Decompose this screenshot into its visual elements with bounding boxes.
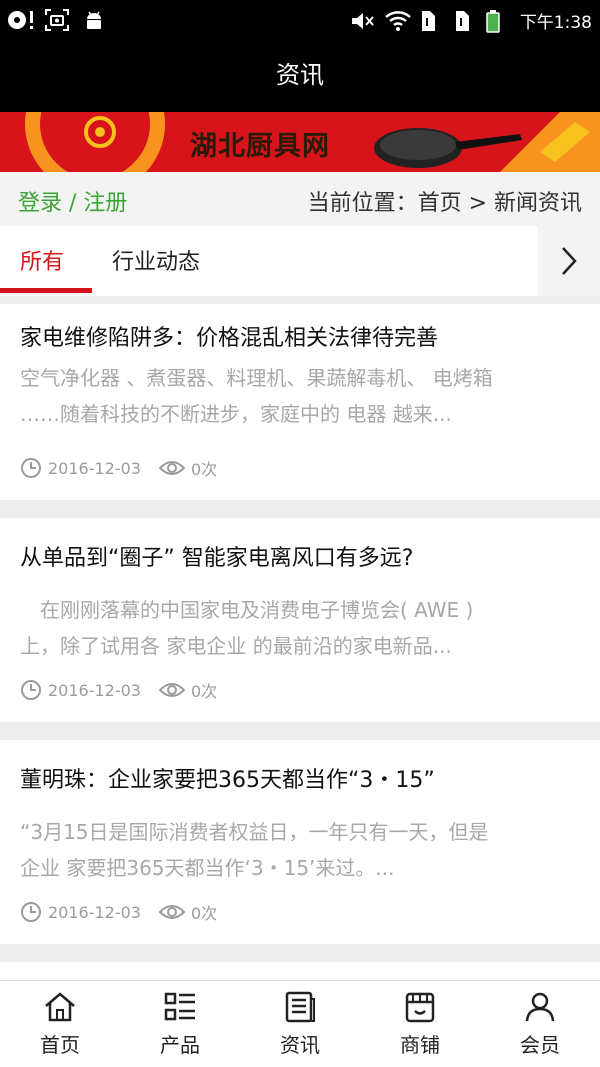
- member-icon: [525, 992, 555, 1022]
- news-summary-line: 上，除了试用各 家电企业 的最前沿的家电新品...: [20, 634, 452, 658]
- sim2-icon: [452, 9, 476, 33]
- nav-home[interactable]: 首页: [0, 981, 120, 1067]
- news-meta: 2016-12-03 0次: [20, 900, 235, 924]
- disc-alert-icon: [6, 8, 33, 32]
- chevron-right-icon: [562, 247, 577, 275]
- news-views: 0次: [190, 904, 218, 923]
- news-views: 0次: [190, 682, 218, 701]
- status-time: 下午1:38: [519, 13, 592, 33]
- nav-news[interactable]: 资讯: [240, 981, 360, 1067]
- clock-icon: [21, 680, 41, 700]
- news-summary: 空气净化器 、煮蛋器、料理机、果蔬解毒机、 电烤箱 ……随着科技的不断进步，家庭…: [20, 360, 580, 432]
- location-bar: 登录 / 注册 当前位置：首页 > 新闻资讯: [0, 172, 600, 226]
- news-item-partial[interactable]: [0, 962, 600, 980]
- news-title: 家电维修陷阱多：价格混乱相关法律待完善: [20, 326, 439, 351]
- eye-icon: [158, 461, 185, 475]
- login-register-link[interactable]: 登录 / 注册: [18, 185, 127, 217]
- news-views: 0次: [190, 460, 218, 479]
- news-item[interactable]: 董明珠：企业家要把365天都当作“3・15” “3月15日是国际消费者权益日，一…: [0, 740, 600, 944]
- news-date: 2016-12-03: [48, 902, 141, 922]
- tabs-more-button[interactable]: [538, 226, 600, 296]
- tab-industry-news[interactable]: 行业动态: [112, 244, 200, 276]
- news-title: 从单品到“圈子” 智能家电离风口有多远?: [20, 546, 414, 571]
- breadcrumb: 当前位置：首页 > 新闻资讯: [307, 191, 582, 216]
- banner[interactable]: 湖北厨具网: [0, 112, 600, 172]
- news-meta: 2016-12-03 0次: [20, 678, 235, 702]
- news-summary-line: “3月15日是国际消费者权益日，一年只有一天，但是: [20, 820, 489, 844]
- news-summary: “3月15日是国际消费者权益日，一年只有一天，但是 企业 家要把365天都当作‘…: [20, 814, 580, 886]
- news-date: 2016-12-03: [48, 458, 141, 478]
- news-date: 2016-12-03: [48, 680, 141, 700]
- shop-icon: [405, 992, 435, 1023]
- sim1-icon: [418, 9, 442, 33]
- news-item[interactable]: 从单品到“圈子” 智能家电离风口有多远? 在刚刚落幕的中国家电及消费电子博览会(…: [0, 518, 600, 722]
- screenshot-icon: [44, 8, 69, 32]
- nav-products-label: 产品: [160, 1033, 200, 1057]
- news-title: 董明珠：企业家要把365天都当作“3・15”: [20, 768, 435, 793]
- news-summary-line: 企业 家要把365天都当作‘3・15’来过。...: [20, 856, 395, 880]
- news-icon: [285, 991, 315, 1023]
- clock-icon: [21, 458, 41, 478]
- news-summary-line: ……随着科技的不断进步，家庭中的 电器 越来...: [20, 402, 452, 426]
- news-item[interactable]: 家电维修陷阱多：价格混乱相关法律待完善 空气净化器 、煮蛋器、料理机、果蔬解毒机…: [0, 304, 600, 500]
- eye-icon: [158, 683, 185, 697]
- banner-logo-text: 湖北厨具网: [190, 131, 330, 162]
- nav-products[interactable]: 产品: [120, 981, 240, 1067]
- bottom-nav: 首页 产品 资讯 商铺 会员: [0, 980, 600, 1067]
- clock-icon: [21, 902, 41, 922]
- nav-shops-label: 商铺: [400, 1033, 440, 1057]
- wifi-icon: [384, 9, 411, 33]
- news-summary-line: 在刚刚落幕的中国家电及消费电子博览会( AWE ): [20, 598, 474, 622]
- android-icon: [82, 8, 106, 32]
- tab-all[interactable]: 所有: [20, 244, 64, 276]
- active-tab-indicator: [0, 288, 92, 293]
- nav-member-label: 会员: [520, 1033, 560, 1057]
- battery-icon: [486, 9, 510, 33]
- eye-icon: [158, 905, 185, 919]
- mute-icon: [350, 9, 374, 33]
- product-list-icon: [164, 992, 195, 1021]
- news-meta: 2016-12-03 0次: [20, 456, 235, 480]
- category-tabs: 所有 行业动态: [0, 226, 600, 296]
- nav-home-label: 首页: [40, 1033, 80, 1057]
- page-title: 资讯: [0, 42, 600, 112]
- news-summary-line: 空气净化器 、煮蛋器、料理机、果蔬解毒机、 电烤箱: [20, 366, 493, 390]
- news-summary: 在刚刚落幕的中国家电及消费电子博览会( AWE ) 上，除了试用各 家电企业 的…: [20, 592, 580, 664]
- nav-shops[interactable]: 商铺: [360, 981, 480, 1067]
- status-bar: 下午1:38: [0, 0, 600, 42]
- nav-member[interactable]: 会员: [480, 981, 600, 1067]
- nav-news-label: 资讯: [280, 1033, 320, 1057]
- home-icon: [45, 992, 75, 1022]
